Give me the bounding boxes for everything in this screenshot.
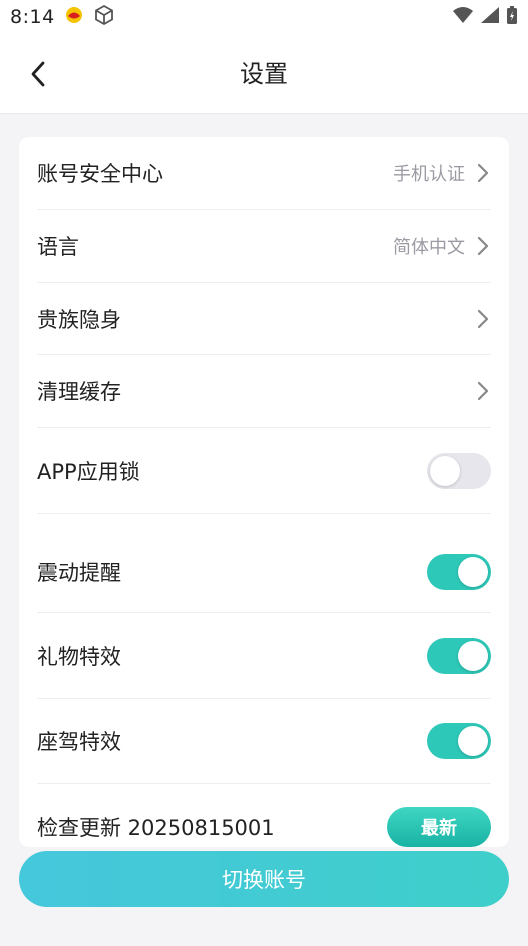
battery-charging-icon (506, 5, 518, 29)
chevron-right-icon (475, 162, 491, 184)
setting-clear-cache[interactable]: 清理缓存 (37, 355, 491, 428)
setting-noble-stealth[interactable]: 贵族隐身 (37, 283, 491, 355)
page-title: 设置 (240, 60, 288, 88)
setting-label: 礼物特效 (37, 644, 121, 669)
status-time: 8:14 (10, 6, 55, 28)
setting-language[interactable]: 语言 简体中文 (37, 210, 491, 283)
notification-app-icon (65, 6, 83, 28)
chevron-right-icon (475, 308, 491, 330)
vibration-toggle[interactable] (427, 554, 491, 590)
setting-gift-effects: 礼物特效 (37, 613, 491, 699)
setting-label: APP应用锁 (37, 459, 140, 484)
status-right-icons (452, 5, 518, 29)
nav-bar: 设置 (0, 34, 528, 114)
settings-card: 账号安全中心 手机认证 语言 简体中文 贵族隐身 清理缓存 APP应用锁 震动提… (19, 137, 509, 847)
setting-label: 检查更新 20250815001 (37, 816, 275, 840)
mount-effects-toggle[interactable] (427, 723, 491, 759)
setting-label: 语言 (37, 235, 79, 259)
toggle-knob (458, 557, 488, 587)
setting-label: 座驾特效 (37, 730, 121, 754)
setting-label: 贵族隐身 (37, 307, 121, 332)
setting-vibration: 震动提醒 (37, 514, 491, 613)
toggle-knob (458, 640, 488, 671)
gift-effects-toggle[interactable] (427, 637, 491, 674)
cube-icon (93, 4, 115, 30)
setting-label: 清理缓存 (37, 380, 121, 404)
status-left-icons (65, 4, 115, 30)
status-bar: 8:14 (0, 0, 528, 34)
switch-account-button[interactable]: 切换账号 (19, 851, 509, 907)
chevron-right-icon (475, 380, 491, 402)
setting-label: 震动提醒 (37, 561, 121, 585)
signal-icon (480, 6, 500, 28)
setting-value: 简体中文 (393, 237, 465, 258)
setting-mount-effects: 座驾特效 (37, 699, 491, 784)
toggle-knob (430, 455, 460, 486)
app-lock-toggle[interactable] (427, 452, 491, 489)
setting-check-update[interactable]: 检查更新 20250815001 最新 (37, 784, 491, 847)
latest-version-badge: 最新 (387, 807, 491, 847)
setting-value: 手机认证 (393, 164, 465, 185)
chevron-right-icon (475, 235, 491, 257)
setting-app-lock: APP应用锁 (37, 428, 491, 514)
wifi-icon (452, 6, 474, 28)
toggle-knob (458, 726, 488, 756)
setting-label: 账号安全中心 (37, 162, 163, 186)
setting-account-security[interactable]: 账号安全中心 手机认证 (37, 137, 491, 210)
